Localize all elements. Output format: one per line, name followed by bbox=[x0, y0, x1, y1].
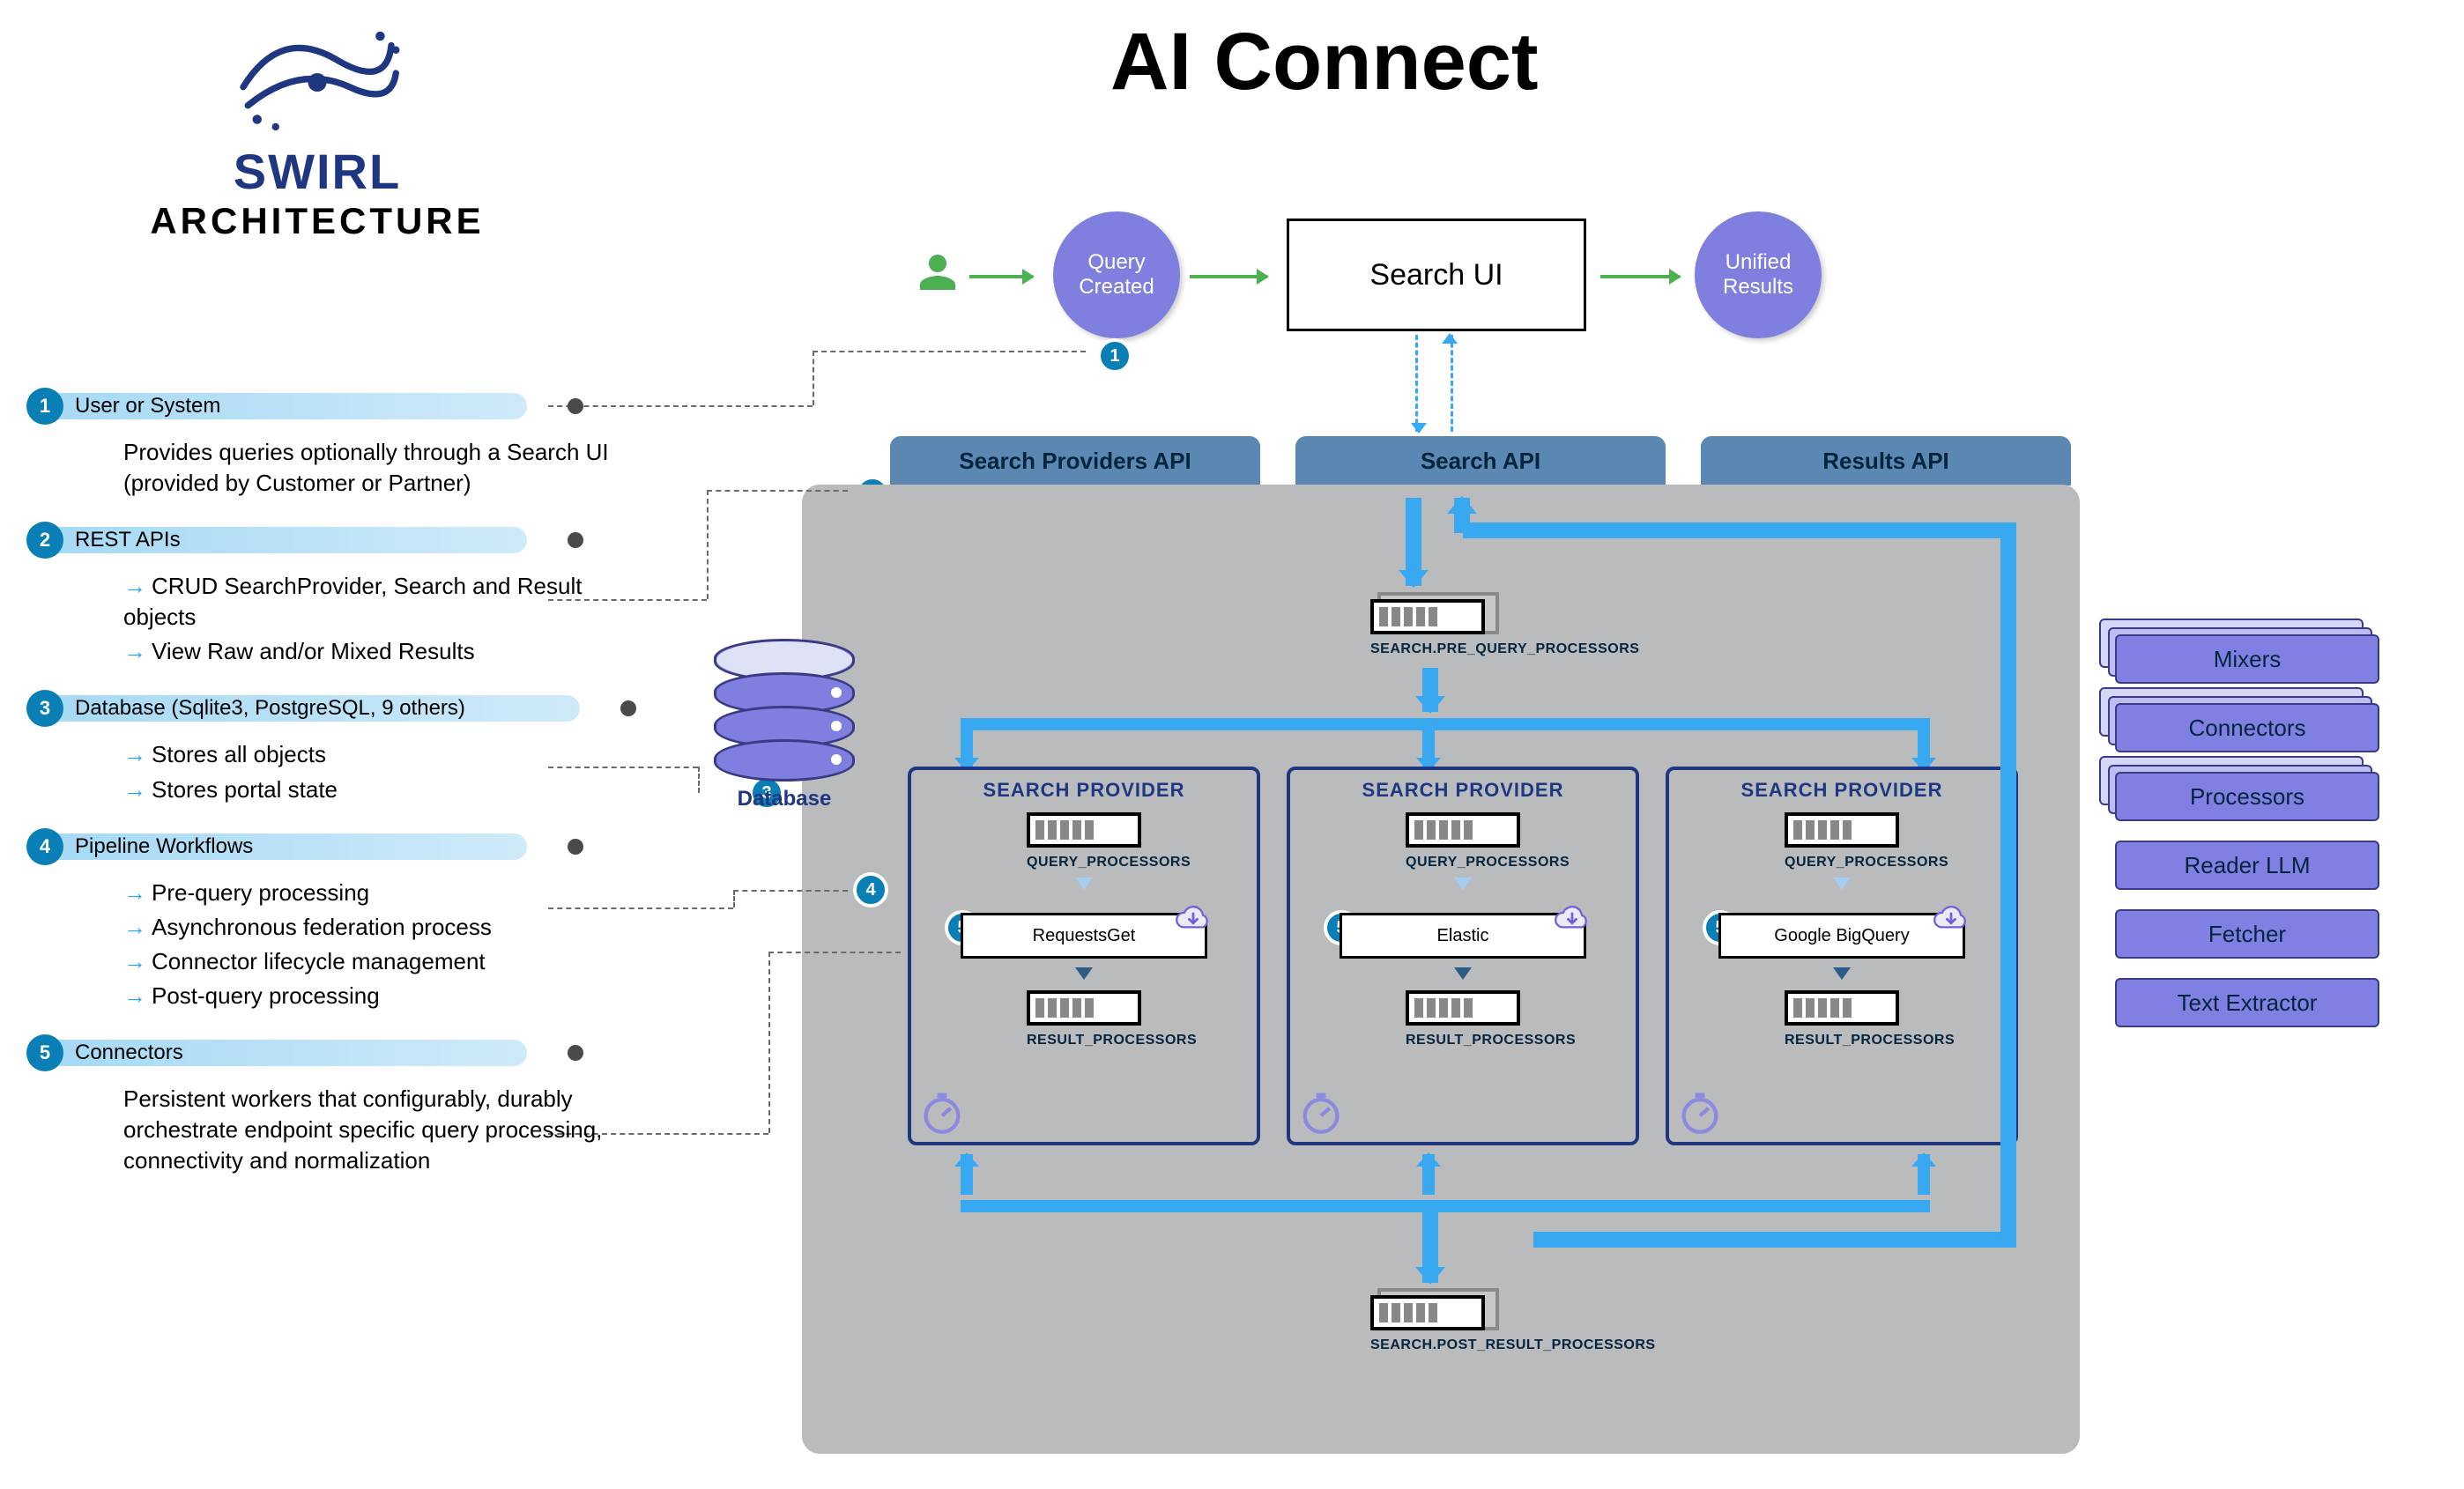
flow-arrow-icon bbox=[1422, 668, 1438, 712]
search-provider-box: SEARCH PROVIDER QUERY_PROCESSORS 5 Elast… bbox=[1287, 767, 1639, 1145]
legend-item: 4Pipeline Workflows →Pre-query processin… bbox=[26, 828, 643, 1011]
cloud-download-icon bbox=[1174, 902, 1213, 937]
api-tabs: Search Providers API Search API Results … bbox=[890, 436, 2071, 485]
capability-item: Reader LLM bbox=[2115, 841, 2379, 890]
connector-line bbox=[707, 490, 848, 492]
cloud-download-icon bbox=[1553, 902, 1592, 937]
connector-line bbox=[768, 952, 770, 1133]
api-tab-results: Results API bbox=[1701, 436, 2071, 485]
flow-arrow-icon bbox=[1422, 1154, 1435, 1195]
connector-line bbox=[813, 351, 814, 405]
pre-query-processors: SEARCH.PRE_QUERY_PROCESSORS bbox=[1370, 599, 1639, 657]
step-badge-1: 1 bbox=[1097, 338, 1132, 374]
flow-arrow-icon bbox=[1406, 498, 1421, 586]
capability-item: Processors bbox=[2115, 772, 2379, 821]
arrow-icon bbox=[1454, 967, 1472, 980]
connector-line bbox=[707, 490, 709, 599]
return-loop bbox=[1533, 1232, 2016, 1248]
stopwatch-icon bbox=[1297, 1087, 1345, 1135]
post-result-processors: SEARCH.POST_RESULT_PROCESSORS bbox=[1370, 1295, 1656, 1353]
connector-line bbox=[813, 351, 1086, 352]
search-provider-box: SEARCH PROVIDER QUERY_PROCESSORS 5 Googl… bbox=[1666, 767, 2018, 1145]
capability-stack: Mixers Connectors Processors Reader LLM … bbox=[2115, 634, 2379, 1027]
stopwatch-icon bbox=[918, 1087, 966, 1135]
capability-item: Connectors bbox=[2115, 703, 2379, 752]
connector-line bbox=[733, 890, 735, 907]
api-tab-search: Search API bbox=[1295, 436, 1666, 485]
flow-line bbox=[1415, 335, 1418, 432]
connector-box: RequestsGet bbox=[961, 913, 1207, 959]
flow-arrow-icon bbox=[1422, 730, 1435, 770]
step-badge-4: 4 bbox=[853, 872, 888, 907]
arrow-icon bbox=[1190, 275, 1267, 278]
search-ui-box: Search UI bbox=[1287, 219, 1586, 331]
provider-title: SEARCH PROVIDER bbox=[1290, 779, 1636, 802]
flow-arrow-icon bbox=[961, 730, 973, 770]
capability-item: Fetcher bbox=[2115, 909, 2379, 959]
stopwatch-icon bbox=[1676, 1087, 1724, 1135]
legend: 1User or System Provides queries optiona… bbox=[26, 388, 643, 1199]
cloud-download-icon bbox=[1932, 902, 1970, 937]
search-providers-row: SEARCH PROVIDER QUERY_PROCESSORS 5 Reque… bbox=[908, 767, 2018, 1145]
brand-subtitle: ARCHITECTURE bbox=[123, 200, 511, 242]
arrow-icon bbox=[1833, 878, 1851, 890]
flow-arrow-icon bbox=[1422, 1212, 1438, 1283]
arrow-icon bbox=[1075, 967, 1093, 980]
api-tab-providers: Search Providers API bbox=[890, 436, 1260, 485]
flow-arrow-icon bbox=[961, 1154, 973, 1195]
connector-box: Google BigQuery bbox=[1718, 913, 1965, 959]
capability-item: Text Extractor bbox=[2115, 978, 2379, 1027]
database-icon bbox=[714, 639, 855, 782]
provider-title: SEARCH PROVIDER bbox=[911, 779, 1257, 802]
arrow-icon bbox=[1600, 275, 1680, 278]
collection-bar bbox=[961, 1200, 1930, 1212]
legend-item: 5Connectors Persistent workers that conf… bbox=[26, 1034, 643, 1176]
connector-line bbox=[698, 767, 700, 793]
capability-item: Mixers bbox=[2115, 634, 2379, 684]
legend-item: 3Database (Sqlite3, PostgreSQL, 9 others… bbox=[26, 690, 643, 804]
flow-arrow-icon bbox=[1918, 1154, 1930, 1195]
arrow-icon bbox=[969, 275, 1033, 278]
connector-line bbox=[768, 952, 901, 953]
flow-arrow-icon bbox=[1918, 730, 1930, 770]
unified-results-node: Unified Results bbox=[1695, 211, 1822, 338]
swirl-galaxy-icon bbox=[225, 18, 410, 132]
connector-line bbox=[733, 890, 848, 892]
search-provider-box: SEARCH PROVIDER QUERY_PROCESSORS 5 Reque… bbox=[908, 767, 1260, 1145]
flow-line bbox=[1451, 335, 1453, 432]
return-loop bbox=[2000, 522, 2016, 1245]
user-icon bbox=[917, 251, 959, 293]
brand-name: SWIRL bbox=[123, 143, 511, 200]
arrow-icon bbox=[1075, 878, 1093, 890]
diagram-title: AI Connect bbox=[1110, 16, 1539, 108]
arrow-icon bbox=[1833, 967, 1851, 980]
database-block: Database bbox=[696, 648, 872, 811]
legend-item: 1User or System Provides queries optiona… bbox=[26, 388, 643, 499]
legend-item: 2REST APIs →CRUD SearchProvider, Search … bbox=[26, 522, 643, 667]
logo-block: SWIRL ARCHITECTURE bbox=[123, 18, 511, 242]
provider-title: SEARCH PROVIDER bbox=[1669, 779, 2015, 802]
return-loop bbox=[1463, 522, 2009, 538]
connector-box: Elastic bbox=[1340, 913, 1586, 959]
query-created-node: Query Created bbox=[1053, 211, 1180, 338]
arrow-icon bbox=[1454, 878, 1472, 890]
distribution-bar bbox=[961, 718, 1930, 730]
